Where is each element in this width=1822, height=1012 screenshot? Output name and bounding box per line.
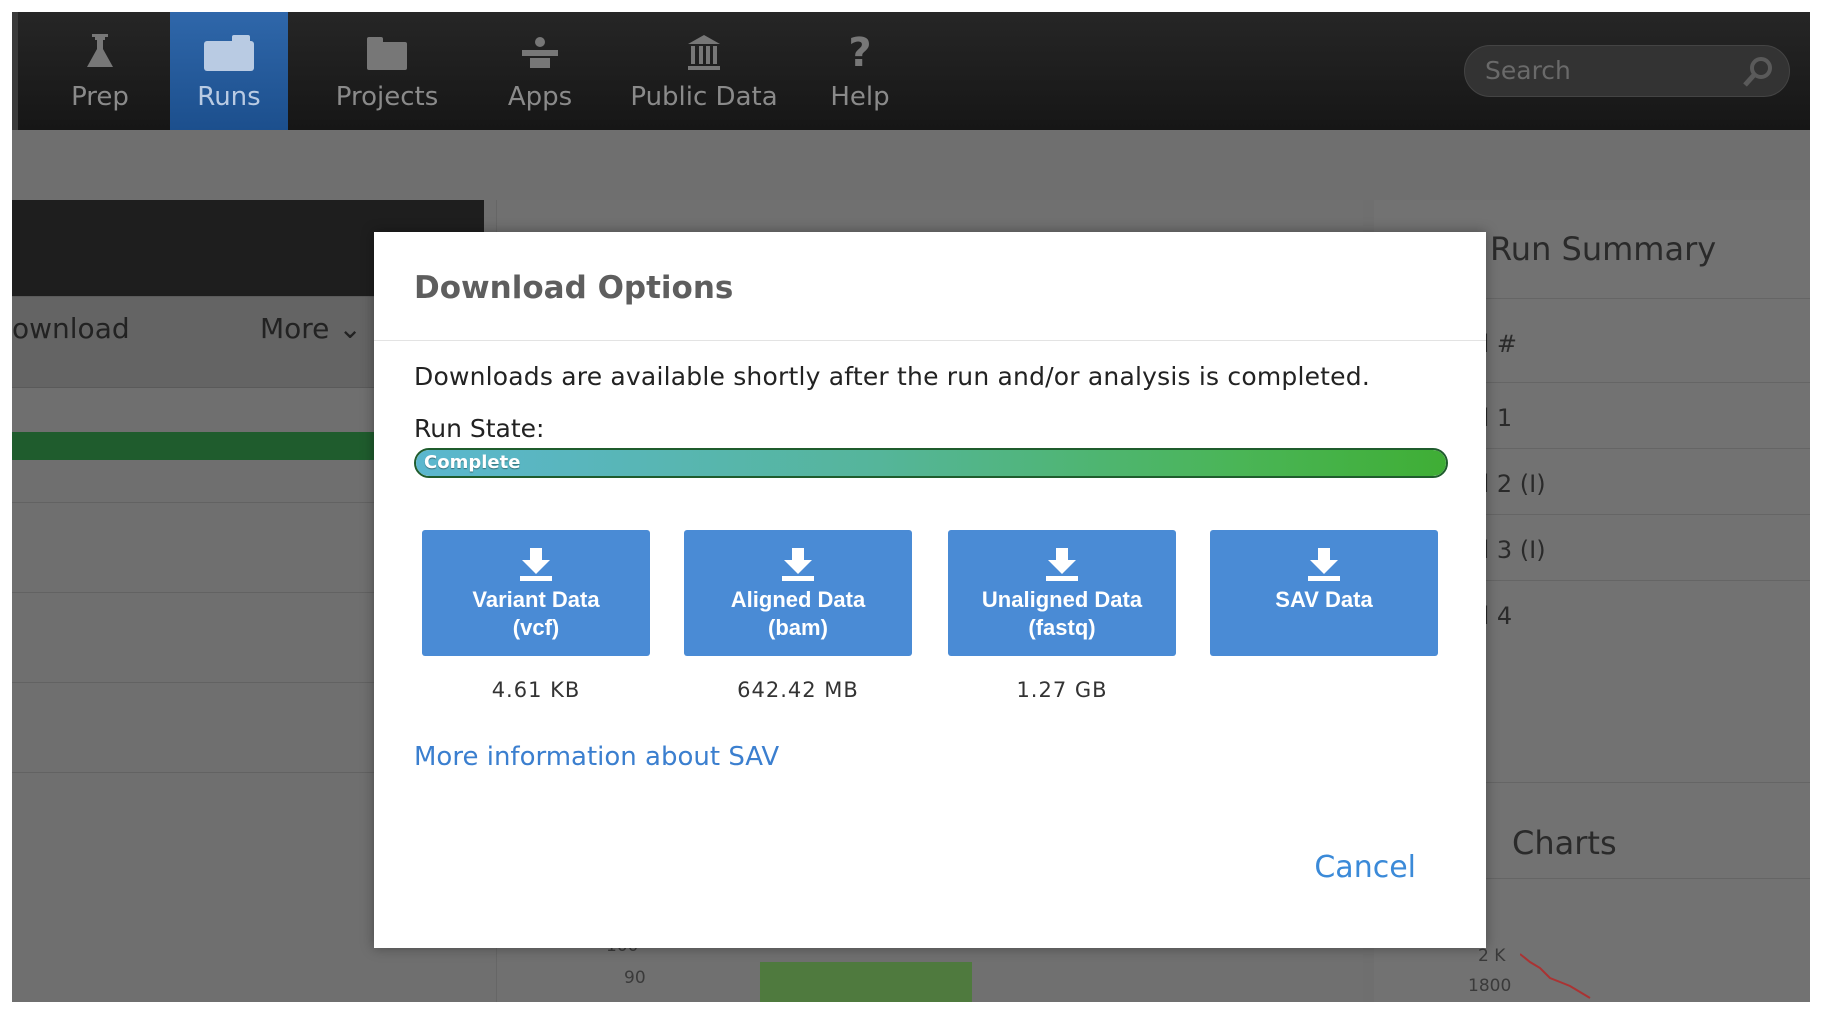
nav-item-label: Help: [830, 82, 890, 112]
nav-item-label: Public Data: [630, 82, 778, 112]
nav-item-public-data[interactable]: Public Data: [618, 12, 790, 130]
sav-info-link[interactable]: More information about SAV: [414, 742, 779, 772]
nav-edge: [12, 12, 18, 130]
button-label: Variant Data (vcf): [472, 587, 600, 640]
button-label: Aligned Data (bam): [730, 587, 866, 640]
download-icon: [1304, 546, 1344, 584]
variant-data-download-button[interactable]: Variant Data (vcf): [422, 530, 650, 656]
file-size: 1.27 GB: [1016, 678, 1108, 702]
nav-item-prep[interactable]: Prep: [44, 12, 156, 130]
sav-data-download-button[interactable]: SAV Data: [1210, 530, 1438, 656]
search-input[interactable]: Search: [1464, 45, 1790, 97]
file-size: 642.42 MB: [737, 678, 859, 702]
tick-label: 90: [624, 968, 646, 988]
bank-icon: [684, 30, 724, 76]
run-summary-title: Run Summary: [1490, 230, 1717, 268]
nav-item-projects[interactable]: Projects: [312, 12, 462, 130]
nav-item-label: Prep: [71, 82, 129, 112]
chart-bar: [760, 962, 972, 1002]
download-icon: [778, 546, 818, 584]
chevron-down-icon: ⌄: [338, 312, 362, 345]
nav-item-help[interactable]: ? Help: [818, 12, 902, 130]
nav-item-label: Runs: [197, 82, 261, 112]
aligned-data-download-button[interactable]: Aligned Data (bam): [684, 530, 912, 656]
app-window: Prep Runs Projects Apps Public Data ? He…: [12, 12, 1810, 1002]
top-navigation: Prep Runs Projects Apps Public Data ? He…: [12, 12, 1810, 130]
run-state-text: Complete: [424, 452, 521, 473]
run-state-label: Run State:: [414, 414, 545, 443]
apps-icon: [516, 30, 564, 76]
run-state-progress-bar: Complete: [414, 448, 1448, 478]
button-label: SAV Data: [1275, 587, 1373, 612]
nav-item-label: Projects: [335, 82, 439, 112]
divider: [374, 340, 1486, 341]
download-icon: [1042, 546, 1082, 584]
progress-fill: [416, 450, 1446, 476]
nav-item-runs[interactable]: Runs: [170, 12, 288, 130]
dialog-title: Download Options: [414, 270, 734, 306]
download-options-dialog: Download Options Downloads are available…: [374, 232, 1486, 948]
search-icon[interactable]: [1741, 55, 1775, 106]
question-icon: ?: [848, 30, 872, 76]
file-size: 4.61 KB: [491, 678, 581, 702]
charts-title: Charts: [1512, 824, 1617, 862]
button-label: Unaligned Data (fastq): [981, 587, 1143, 640]
folder-icon: [365, 30, 409, 76]
nav-item-apps[interactable]: Apps: [486, 12, 594, 130]
cancel-button[interactable]: Cancel: [1314, 850, 1416, 885]
search-placeholder: Search: [1485, 56, 1571, 85]
download-menu[interactable]: ownload: [12, 312, 130, 345]
more-label: More: [260, 312, 330, 345]
folder-runs-icon: [202, 30, 256, 76]
tick-label: 1800: [1468, 976, 1512, 996]
tick-label: 2 K: [1478, 946, 1506, 966]
nav-item-label: Apps: [507, 82, 573, 112]
more-menu[interactable]: More ⌄: [260, 312, 362, 345]
flask-icon: [80, 30, 120, 76]
unaligned-data-download-button[interactable]: Unaligned Data (fastq): [948, 530, 1176, 656]
download-icon: [516, 546, 556, 584]
chart-line: [1520, 953, 1591, 999]
dialog-description: Downloads are available shortly after th…: [414, 362, 1370, 391]
